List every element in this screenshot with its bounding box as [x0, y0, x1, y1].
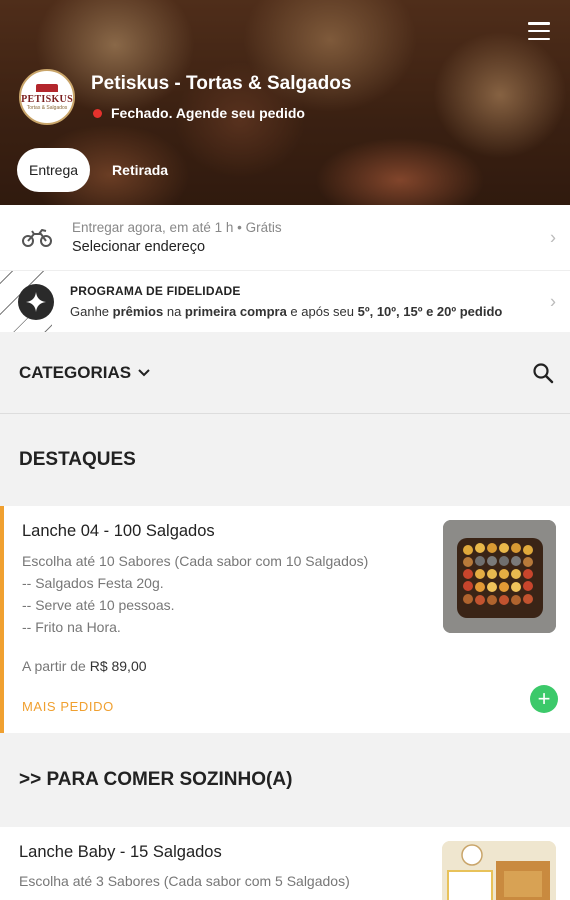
store-header: PETISKUS Tortas & Salgados Petiskus - To…	[0, 0, 570, 205]
tab-retirada[interactable]: Retirada	[112, 162, 168, 178]
product-name: Lanche Baby - 15 Salgados	[19, 843, 222, 861]
add-to-cart-button[interactable]: +	[530, 685, 558, 713]
section-title-destaques: DESTAQUES	[19, 449, 136, 470]
store-status-text: Fechado. Agende seu pedido	[111, 105, 305, 121]
sparkle-icon	[18, 283, 54, 320]
chevron-down-icon	[138, 368, 150, 376]
motorcycle-icon	[22, 228, 52, 247]
most-ordered-tag: MAIS PEDIDO	[22, 699, 114, 714]
delivery-info: Entregar agora, em até 1 h • Grátis	[72, 220, 282, 235]
loyalty-title: PROGRAMA DE FIDELIDADE	[70, 284, 241, 298]
loyalty-description: Ganhe prêmios na primeira compra e após …	[70, 304, 503, 319]
search-icon[interactable]	[532, 362, 554, 384]
section-title-para-comer-sozinho: >> PARA COMER SOZINHO(A)	[19, 769, 293, 790]
product-image	[442, 841, 556, 900]
chevron-right-icon: ›	[550, 291, 556, 311]
store-status: Fechado. Agende seu pedido	[93, 105, 305, 121]
product-description: Escolha até 10 Sabores (Cada sabor com 1…	[22, 553, 369, 635]
delivery-address-row[interactable]: Entregar agora, em até 1 h • Grátis Sele…	[0, 205, 570, 270]
product-image	[443, 520, 556, 633]
tab-entrega[interactable]: Entrega	[17, 148, 91, 192]
categories-dropdown[interactable]: CATEGORIAS	[19, 363, 151, 383]
product-card[interactable]: Lanche 04 - 100 Salgados Escolha até 10 …	[0, 506, 570, 733]
closed-status-dot	[93, 108, 102, 118]
product-description: Escolha até 3 Sabores (Cada sabor com 5 …	[19, 873, 350, 889]
loyalty-program-row[interactable]: PROGRAMA DE FIDELIDADE Ganhe prêmios na …	[0, 270, 570, 332]
product-card[interactable]: Lanche Baby - 15 Salgados Escolha até 3 …	[0, 827, 570, 900]
hamburger-menu-icon[interactable]	[528, 22, 550, 40]
categories-bar: CATEGORIAS	[0, 332, 570, 414]
store-name: Petiskus - Tortas & Salgados	[91, 73, 352, 94]
order-type-tabs: Entrega Retirada	[17, 148, 168, 192]
chevron-right-icon: ›	[550, 227, 556, 247]
product-name: Lanche 04 - 100 Salgados	[22, 522, 215, 540]
select-address-label: Selecionar endereço	[72, 239, 206, 255]
product-price: A partir de R$ 89,00	[22, 658, 147, 674]
store-logo: PETISKUS Tortas & Salgados	[19, 69, 75, 125]
